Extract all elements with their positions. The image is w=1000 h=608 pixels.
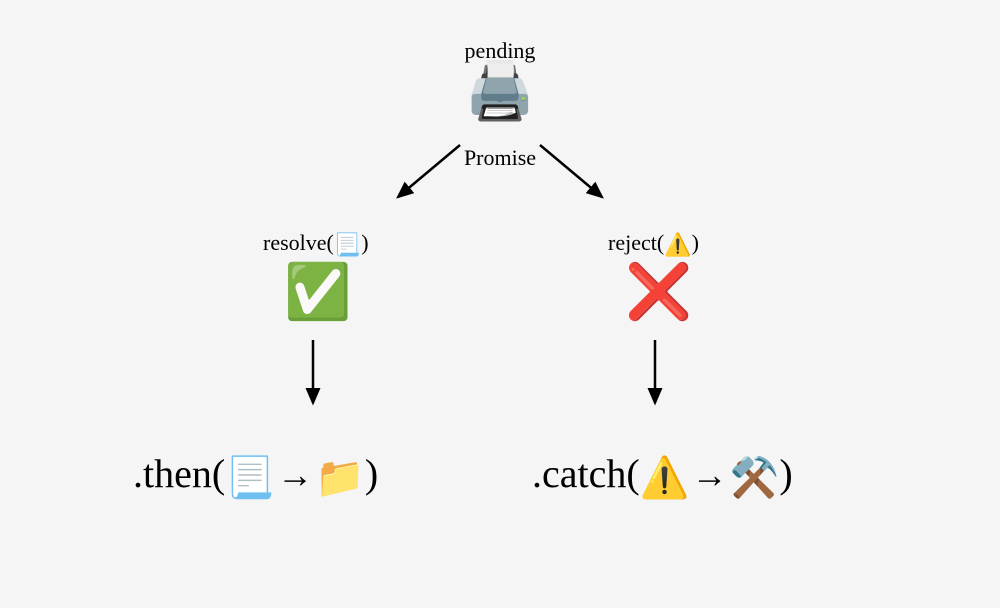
arrow-right-icon: → <box>692 455 728 495</box>
promise-diagram: pending 🖨️ Promise resolve(📃) ✅ reject(⚠… <box>0 0 1000 608</box>
cross-icon: ❌ <box>625 265 692 319</box>
then-label: .then(📃→📁) <box>133 450 378 501</box>
folder-icon: 📁 <box>315 455 365 500</box>
reject-suffix: ) <box>692 230 699 255</box>
check-icon: ✅ <box>284 265 351 319</box>
reject-prefix: reject( <box>608 230 664 255</box>
warning-icon: ⚠️ <box>640 455 690 500</box>
printer-icon: 🖨️ <box>465 64 535 120</box>
arrow-to-resolve-icon <box>380 135 470 215</box>
catch-suffix: ) <box>779 451 792 496</box>
promise-label: Promise <box>464 145 536 171</box>
reject-label: reject(⚠️) <box>608 230 699 258</box>
resolve-suffix: ) <box>361 230 368 255</box>
arrow-right-icon: → <box>277 455 313 495</box>
then-suffix: ) <box>365 451 378 496</box>
warning-icon: ⚠️ <box>664 232 691 257</box>
document-icon: 📃 <box>225 455 275 500</box>
then-prefix: .then( <box>133 451 225 496</box>
catch-prefix: .catch( <box>532 451 640 496</box>
document-icon: 📃 <box>334 232 361 257</box>
arrow-to-catch-icon <box>640 335 670 415</box>
resolve-label: resolve(📃) <box>263 230 369 258</box>
resolve-prefix: resolve( <box>263 230 334 255</box>
catch-label: .catch(⚠️→⚒️) <box>532 450 793 501</box>
arrow-to-reject-icon <box>530 135 620 215</box>
hammers-icon: ⚒️ <box>730 455 780 500</box>
arrow-to-then-icon <box>298 335 328 415</box>
